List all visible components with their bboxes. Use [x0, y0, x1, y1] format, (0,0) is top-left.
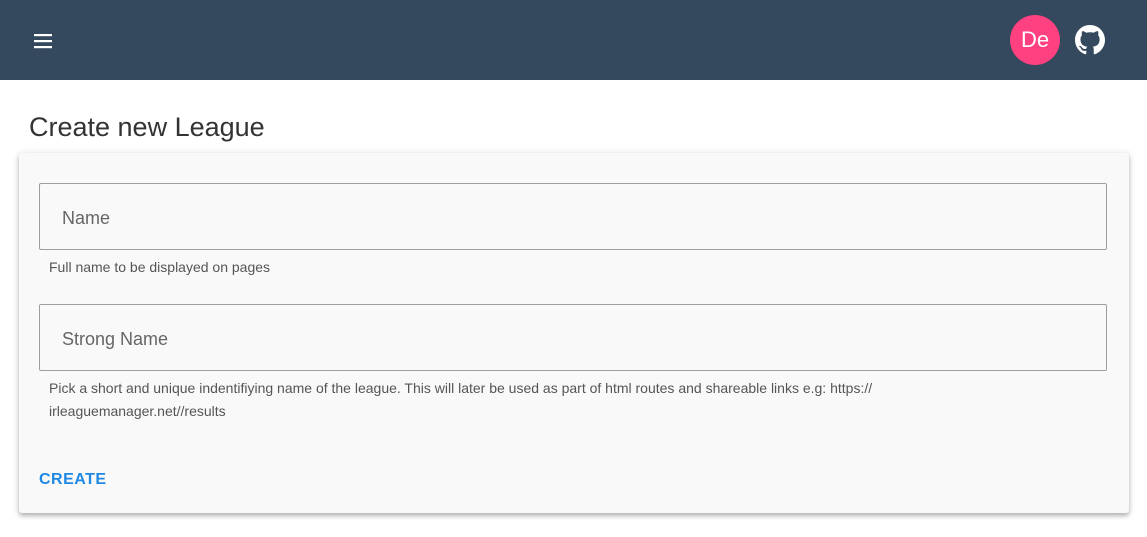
name-field-hint: Full name to be displayed on pages	[49, 259, 271, 275]
user-avatar[interactable]: De	[1010, 15, 1060, 65]
strong-name-field-label: Strong Name	[62, 329, 169, 349]
app-bar: De	[0, 0, 1147, 80]
github-link[interactable]	[1072, 22, 1108, 58]
github-icon	[1075, 25, 1105, 55]
page-title: Create new League	[29, 112, 265, 142]
create-league-form: Name Full name to be displayed on pages …	[19, 153, 1129, 513]
hamburger-menu-icon	[34, 34, 52, 49]
strong-name-field[interactable]: Strong Name	[39, 304, 1107, 371]
name-field[interactable]: Name	[39, 183, 1107, 250]
menu-button[interactable]	[22, 20, 64, 62]
create-button[interactable]: CREATE	[39, 471, 107, 489]
name-field-label: Name	[62, 208, 111, 228]
strong-name-field-hint: Pick a short and unique indentifiying na…	[49, 380, 873, 419]
